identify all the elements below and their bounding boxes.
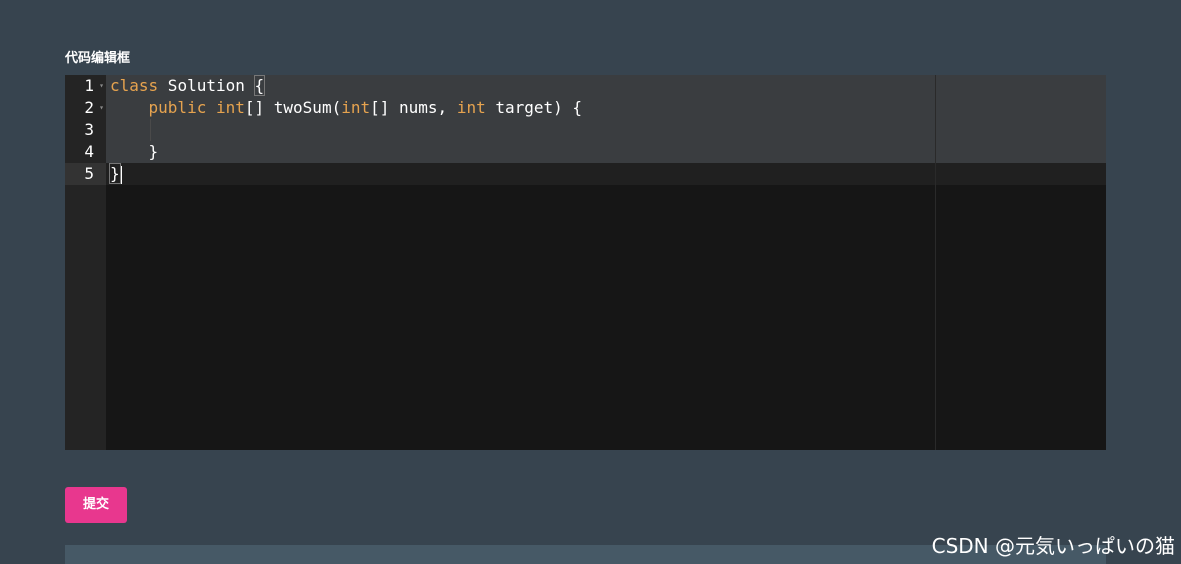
- line-number-text: 5: [84, 164, 94, 183]
- code-line[interactable]: }: [109, 163, 122, 185]
- line-number-text: 3: [84, 120, 94, 139]
- line-number-text: 2: [84, 98, 94, 117]
- code-token: target) {: [485, 98, 583, 117]
- code-line[interactable]: public int[] twoSum(int[] nums, int targ…: [110, 97, 583, 119]
- code-editor[interactable]: 1 ▾ 2 ▾ 3 4 5 class Solution { public int[] tw…: [65, 75, 1106, 450]
- code-token: {: [253, 75, 266, 96]
- code-editor-label: 代码编辑框: [65, 51, 131, 66]
- line-number: 1 ▾: [65, 75, 106, 97]
- keyword-token: int: [215, 98, 245, 117]
- code-line[interactable]: class Solution {: [110, 75, 266, 97]
- page: 代码编辑框 1 ▾ 2 ▾ 3 4 5 class Solution { public in…: [0, 0, 1181, 564]
- keyword-token: int: [456, 98, 486, 117]
- line-number-text: 1: [84, 76, 94, 95]
- code-line[interactable]: }: [110, 141, 159, 163]
- caret-down-icon[interactable]: ▾: [99, 75, 104, 97]
- code-token: }: [109, 163, 121, 184]
- print-margin: [935, 75, 936, 450]
- caret-down-icon[interactable]: ▾: [99, 97, 104, 119]
- line-number-gutter: 1 ▾ 2 ▾ 3 4 5: [65, 75, 106, 450]
- code-area[interactable]: class Solution { public int[] twoSum(int…: [106, 75, 1106, 450]
- submit-button[interactable]: 提交: [65, 487, 127, 523]
- line-number-text: 4: [84, 142, 94, 161]
- keyword-token: int: [341, 98, 371, 117]
- keyword-token: class: [110, 76, 159, 95]
- line-number: 4: [65, 141, 106, 163]
- line-number: 3: [65, 119, 106, 141]
- indent-guide: [150, 119, 151, 141]
- code-token: [] nums,: [370, 98, 457, 117]
- code-token: Solution: [158, 76, 255, 95]
- line-number: 5: [65, 163, 106, 185]
- watermark: CSDN @元気いっぱいの猫: [931, 534, 1175, 558]
- active-line-highlight: [106, 163, 1106, 185]
- code-token: [] twoSum(: [244, 98, 342, 117]
- keyword-token: public: [148, 98, 207, 117]
- line-number: 2 ▾: [65, 97, 106, 119]
- text-cursor: [119, 165, 122, 184]
- code-token: }: [110, 142, 159, 161]
